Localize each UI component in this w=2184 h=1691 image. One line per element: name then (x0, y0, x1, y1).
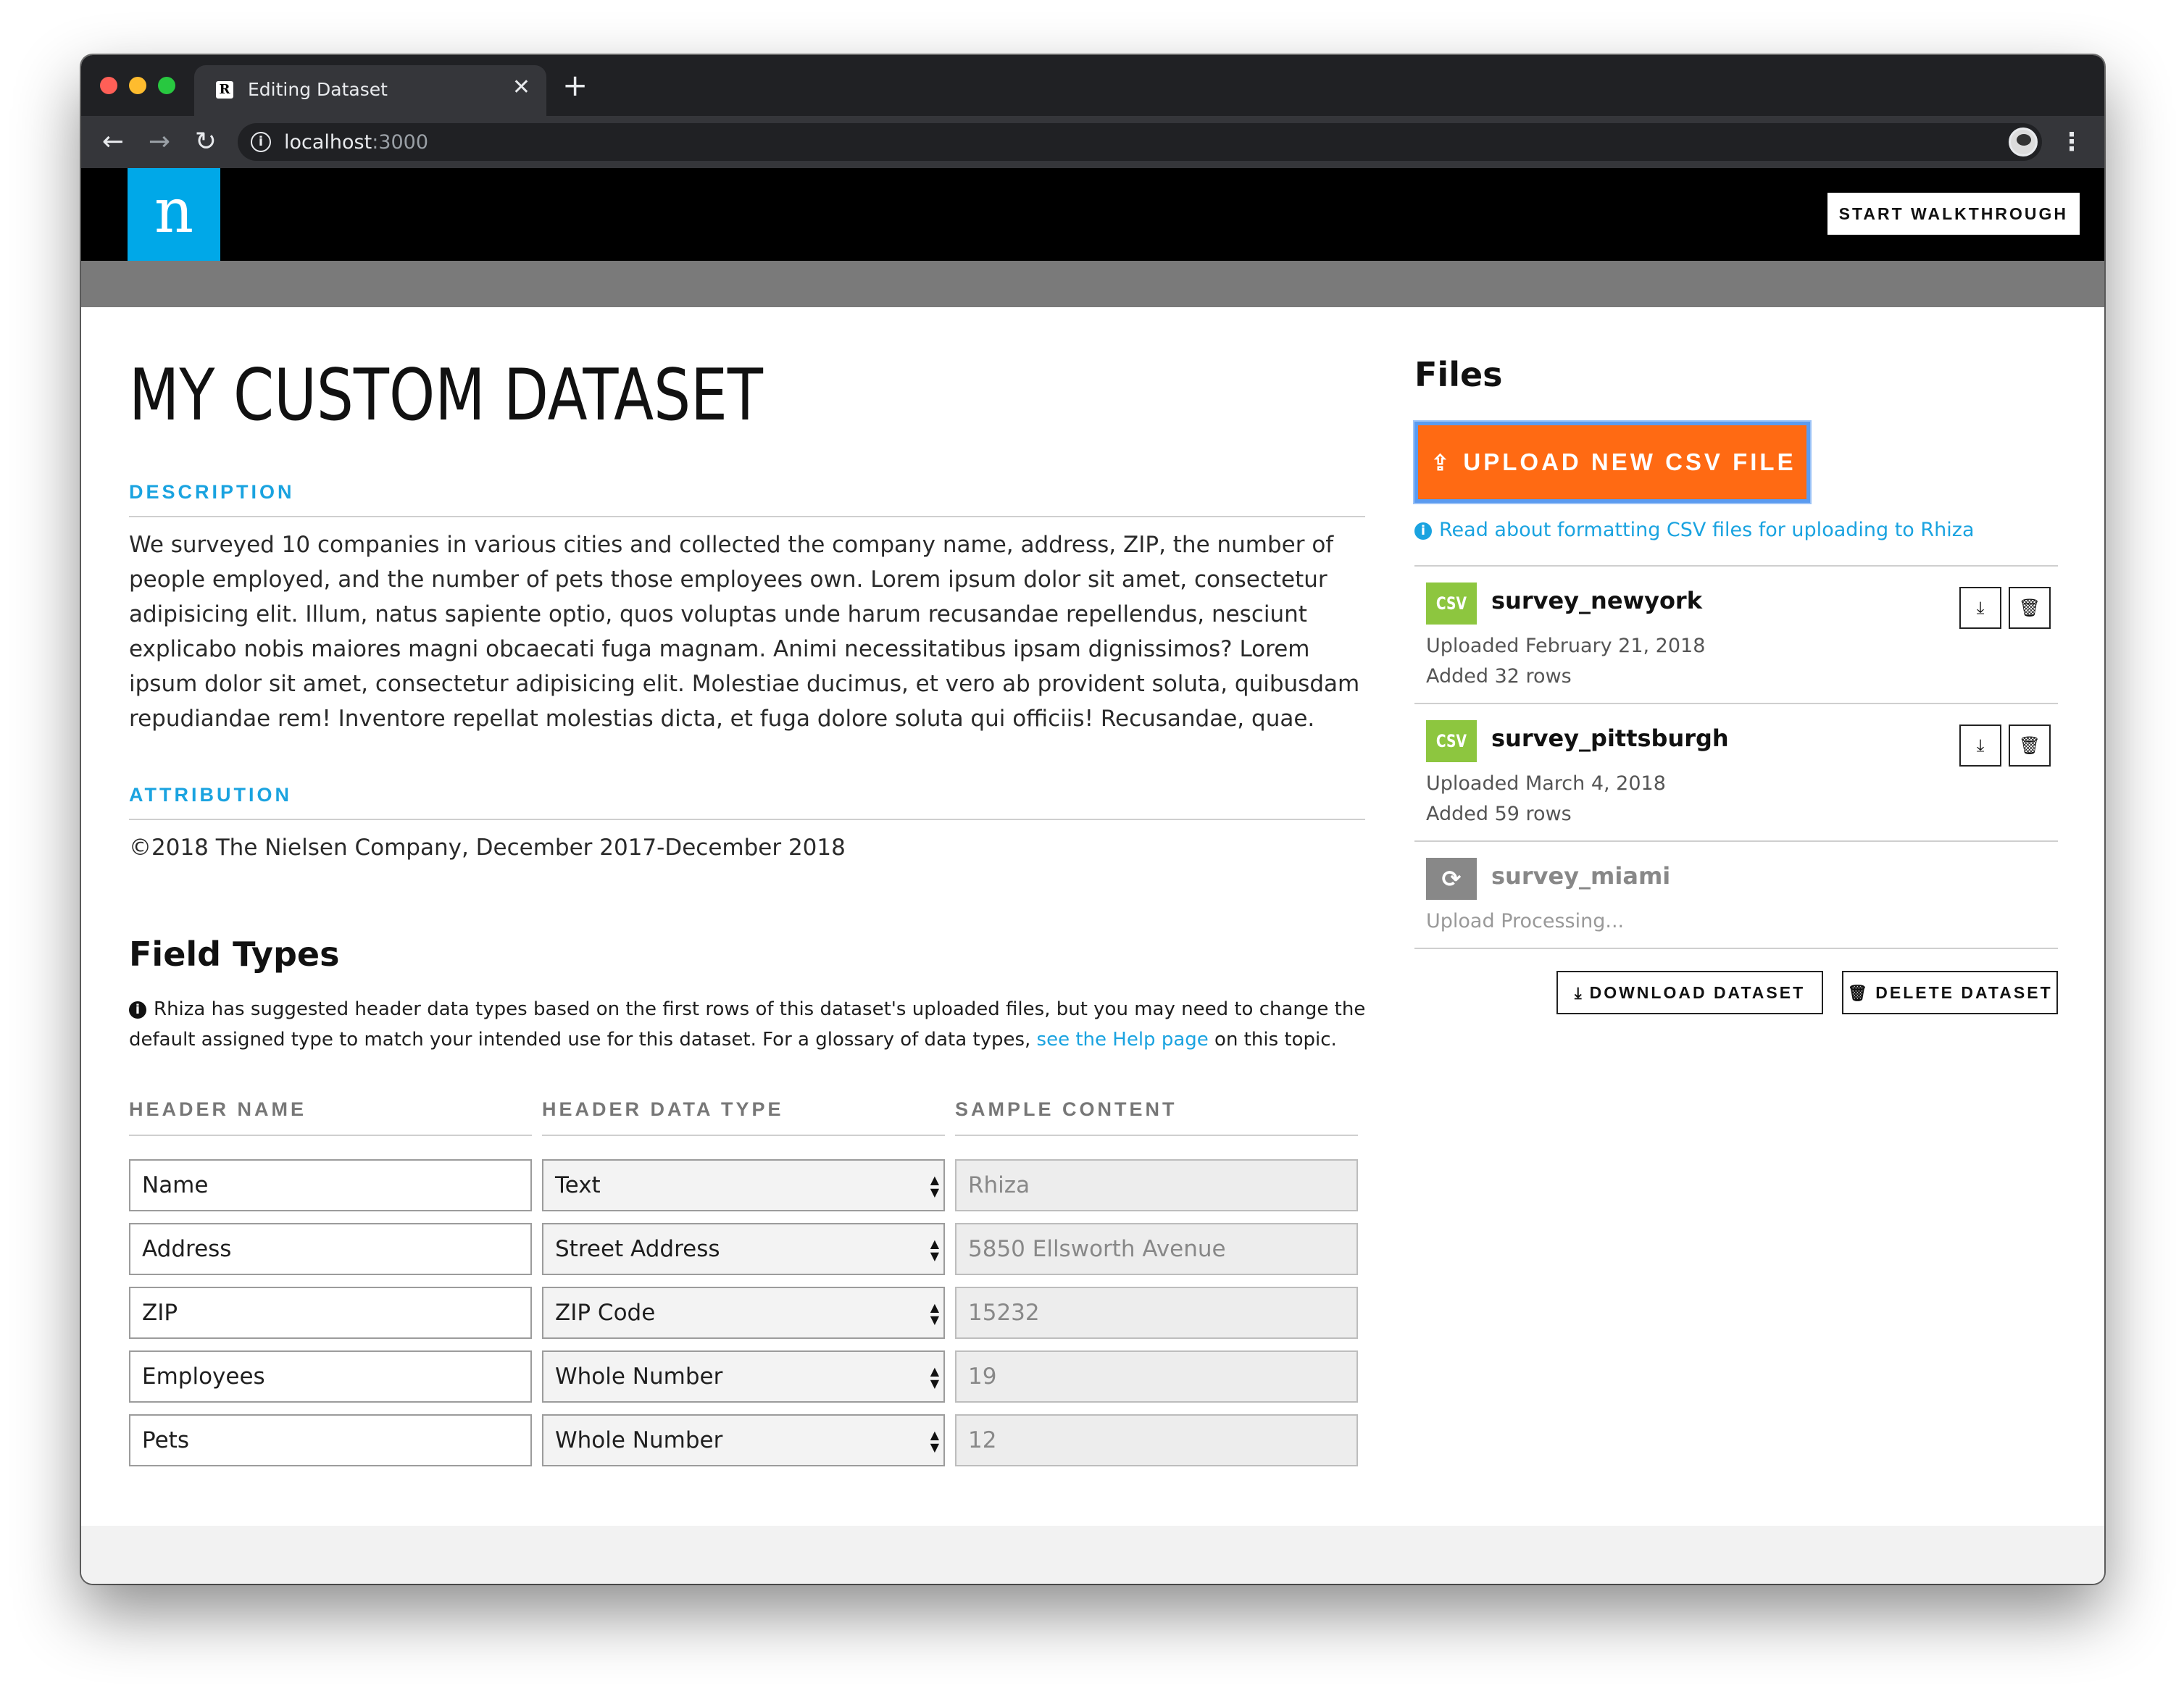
header-name-input[interactable]: Employees (129, 1350, 532, 1403)
attribution-divider (129, 819, 1365, 820)
select-arrows-icon: ▲ ▼ (930, 1428, 939, 1454)
page-footer (81, 1526, 2104, 1584)
select-arrows-icon: ▲ ▼ (930, 1237, 939, 1263)
files-heading: Files (1414, 355, 1503, 394)
page-title: MY CUSTOM DATASET (129, 354, 764, 437)
header-name-input[interactable]: ZIP (129, 1287, 532, 1339)
kebab-menu-icon[interactable]: ⋮ (2059, 126, 2084, 158)
csv-file-icon: CSV (1426, 583, 1477, 625)
field-types-heading: Field Types (129, 935, 340, 974)
url-text: localhost:3000 (284, 131, 429, 154)
browser-titlebar: R Editing Dataset ✕ + (81, 55, 2104, 116)
help-page-link[interactable]: see the Help page (1037, 1029, 1209, 1051)
header-name-input[interactable]: Pets (129, 1414, 532, 1466)
file-row-count: Added 32 rows (1426, 665, 1572, 688)
file-uploaded-date: Uploaded March 4, 2018 (1426, 772, 1666, 795)
profile-avatar-icon[interactable] (2009, 128, 2038, 156)
download-icon: ⤓ (1574, 984, 1584, 1002)
forward-arrow-icon[interactable]: → (143, 126, 175, 158)
data-type-select[interactable]: Text ▲ ▼ (542, 1159, 945, 1211)
description-divider (129, 516, 1365, 517)
sample-content-field: Rhiza (955, 1159, 1358, 1211)
download-file-button[interactable]: ⤓ (1959, 725, 2001, 767)
browser-toolbar: ← → ↻ i localhost:3000 ☆ ⋮ (81, 116, 2104, 168)
new-tab-icon[interactable]: + (562, 70, 588, 101)
col-divider-sample (955, 1135, 1358, 1136)
header-name-input[interactable]: Name (129, 1159, 532, 1211)
subheader-band (81, 261, 2104, 307)
description-label: DESCRIPTION (129, 481, 295, 503)
attribution-label: ATTRIBUTION (129, 784, 292, 806)
app-header: n START WALKTHROUGH (81, 168, 2104, 261)
files-divider (1414, 703, 2058, 704)
site-info-icon[interactable]: i (251, 132, 271, 152)
upload-icon: ⇪ (1430, 451, 1452, 475)
file-uploaded-date: Uploaded February 21, 2018 (1426, 635, 1706, 657)
address-bar[interactable]: i localhost:3000 ☆ (238, 123, 2042, 161)
upload-csv-button[interactable]: ⇪ UPLOAD NEW CSV FILE (1414, 422, 1810, 503)
tab-close-icon[interactable]: ✕ (512, 77, 530, 99)
data-type-select[interactable]: Whole Number ▲ ▼ (542, 1414, 945, 1466)
minimize-window-button[interactable] (129, 77, 146, 94)
file-row-count: Added 59 rows (1426, 803, 1572, 825)
tab-title: Editing Dataset (248, 79, 388, 100)
files-divider (1414, 840, 2058, 842)
csv-format-help-link[interactable]: i Read about formatting CSV files for upl… (1414, 519, 1975, 541)
file-name: survey_pittsburgh (1491, 725, 1729, 752)
browser-tab[interactable]: R Editing Dataset ✕ (194, 65, 546, 116)
data-type-select[interactable]: ZIP Code ▲ ▼ (542, 1287, 945, 1339)
select-arrows-icon: ▲ ▼ (930, 1300, 939, 1327)
select-arrows-icon: ▲ ▼ (930, 1173, 939, 1199)
download-dataset-button[interactable]: ⤓ DOWNLOAD DATASET (1556, 971, 1823, 1014)
attribution-text: ©2018 The Nielsen Company, December 2017… (129, 835, 846, 861)
favicon-icon: R (216, 81, 233, 99)
delete-dataset-button[interactable]: 🗑 DELETE DATASET (1842, 971, 2058, 1014)
nielsen-logo[interactable]: n (128, 168, 220, 261)
back-arrow-icon[interactable]: ← (97, 126, 129, 158)
sample-content-field: 15232 (955, 1287, 1358, 1339)
col-divider-name (129, 1135, 532, 1136)
file-item: CSV survey_newyork ⤓ 🗑 Uploaded February… (1426, 583, 2058, 698)
data-type-select[interactable]: Street Address ▲ ▼ (542, 1223, 945, 1275)
select-arrows-icon: ▲ ▼ (930, 1364, 939, 1390)
maximize-window-button[interactable] (158, 77, 175, 94)
col-header-type: HEADER DATA TYPE (542, 1098, 784, 1120)
file-processing-status: Upload Processing... (1426, 910, 1625, 932)
file-name: survey_newyork (1491, 587, 1702, 614)
trash-icon: 🗑 (1847, 984, 1870, 1002)
processing-sync-icon: ⟳ (1426, 858, 1477, 900)
header-name-input[interactable]: Address (129, 1223, 532, 1275)
file-item: ⟳ survey_miami Upload Processing... (1426, 858, 2058, 945)
files-divider (1414, 948, 2058, 949)
info-icon: i (129, 1001, 146, 1019)
download-file-button[interactable]: ⤓ (1959, 587, 2001, 629)
file-item: CSV survey_pittsburgh ⤓ 🗑 Uploaded March… (1426, 720, 2058, 836)
sample-content-field: 12 (955, 1414, 1358, 1466)
col-header-name: HEADER NAME (129, 1098, 307, 1120)
delete-file-button[interactable]: 🗑 (2009, 587, 2051, 629)
browser-window: R Editing Dataset ✕ + ← → ↻ i localhost:… (81, 55, 2104, 1584)
data-type-select[interactable]: Whole Number ▲ ▼ (542, 1350, 945, 1403)
info-icon: i (1414, 522, 1432, 540)
description-text: We surveyed 10 companies in various citi… (129, 532, 1360, 732)
col-divider-type (542, 1135, 945, 1136)
file-name: survey_miami (1491, 862, 1671, 890)
csv-file-icon: CSV (1426, 720, 1477, 762)
start-walkthrough-button[interactable]: START WALKTHROUGH (1827, 193, 2080, 235)
col-header-sample: SAMPLE CONTENT (955, 1098, 1178, 1120)
delete-file-button[interactable]: 🗑 (2009, 725, 2051, 767)
sample-content-field: 19 (955, 1350, 1358, 1403)
files-divider (1414, 565, 2058, 567)
reload-icon[interactable]: ↻ (190, 126, 222, 158)
field-types-note: i Rhiza has suggested header data types b… (129, 998, 1366, 1051)
sample-content-field: 5850 Ellsworth Avenue (955, 1223, 1358, 1275)
close-window-button[interactable] (100, 77, 117, 94)
